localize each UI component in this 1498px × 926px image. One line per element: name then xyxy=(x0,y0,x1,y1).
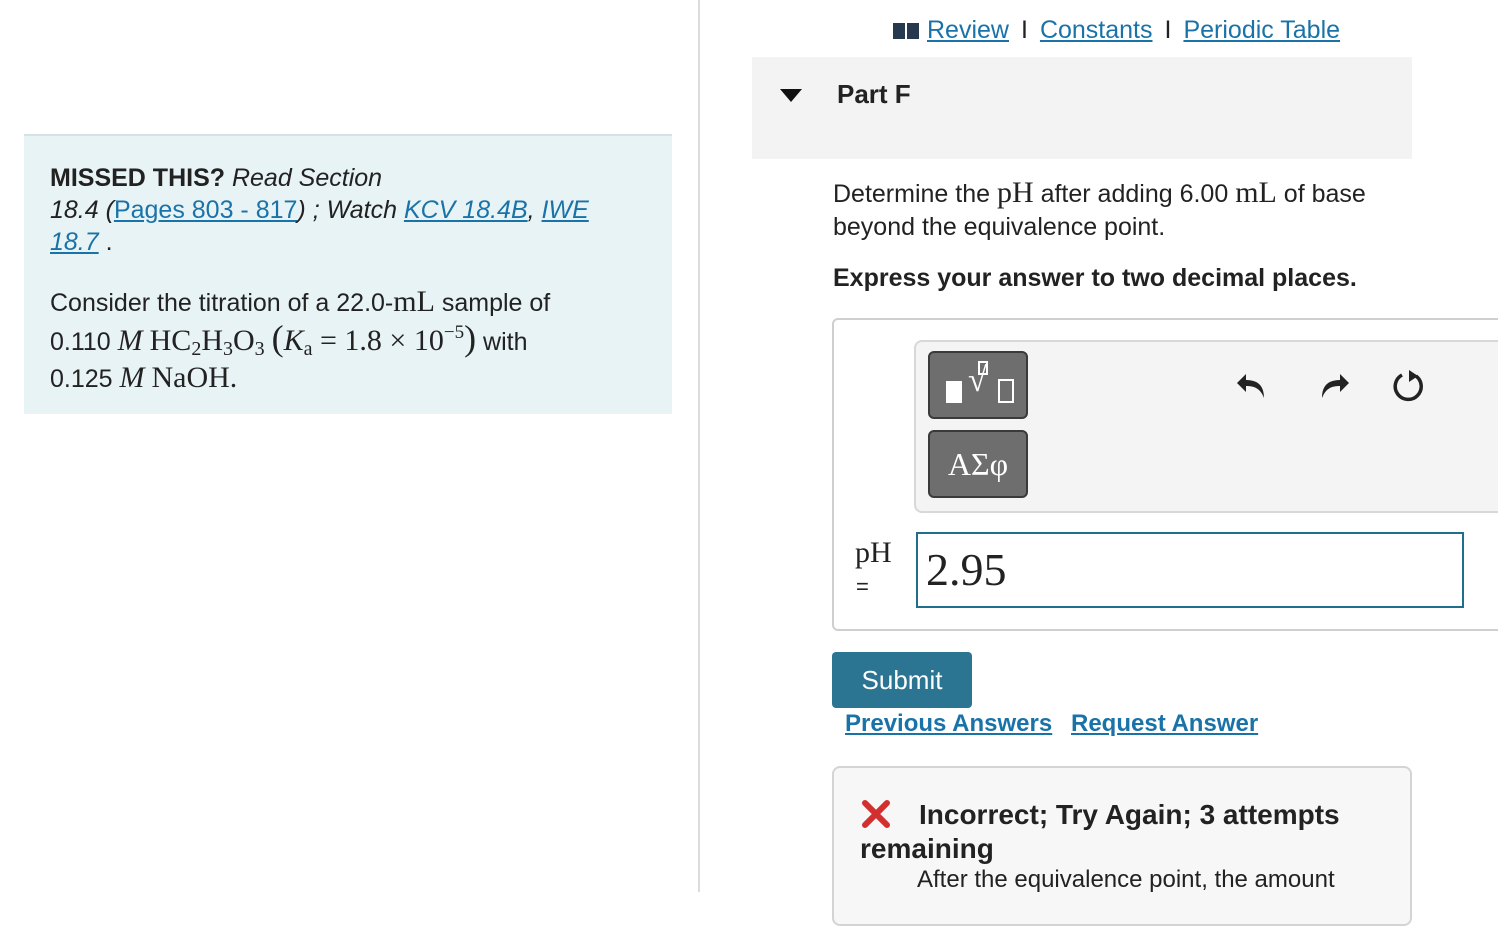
ka-expression: (Ka = 1.8 × 10−5) xyxy=(271,318,477,360)
feedback-title: Incorrect; Try Again; 3 attempts remaini… xyxy=(860,799,1340,864)
feedback-text: After the equivalence point, the amount xyxy=(917,866,1335,893)
review-link[interactable]: Review xyxy=(927,16,1009,45)
ph-equals: = xyxy=(856,574,869,599)
link-separator: I xyxy=(1020,16,1028,44)
molar-symbol: M xyxy=(117,324,143,357)
instruction-text: Express your answer to two decimal place… xyxy=(833,264,1357,292)
acid-concentration: 0.110 xyxy=(50,328,111,356)
collapse-caret-icon[interactable] xyxy=(780,89,802,102)
submit-button[interactable]: Submit xyxy=(832,652,972,708)
templates-button[interactable]: √ xyxy=(928,351,1028,419)
kcv-link[interactable]: KCV 18.4B xyxy=(404,196,528,224)
book-icon xyxy=(893,22,919,39)
constants-link[interactable]: Constants xyxy=(1040,16,1153,45)
template-square-icon xyxy=(946,381,962,403)
request-answer-link[interactable]: Request Answer xyxy=(1071,710,1258,738)
iwe-link-part2[interactable]: 18.7 xyxy=(50,228,99,256)
greek-symbols-button[interactable]: ΑΣφ xyxy=(928,430,1028,498)
question-text-2: after adding 6.00 xyxy=(1033,180,1236,208)
radical-icon: √ xyxy=(968,362,987,399)
section-prefix: 18.4 ( xyxy=(50,196,114,224)
problem-statement: Consider the titration of a 22.0-mL samp… xyxy=(50,284,646,397)
ka-value: = 1.8 × 10 xyxy=(320,324,444,357)
missed-this-box: MISSED THIS? Read Section 18.4 (Pages 80… xyxy=(24,134,672,414)
base-concentration: 0.125 xyxy=(50,365,113,393)
period-text: . xyxy=(98,228,113,256)
ph-symbol: pH xyxy=(996,176,1034,209)
problem-text-2: sample of xyxy=(434,289,551,317)
read-section-text: Read Section xyxy=(231,164,383,192)
pages-link[interactable]: Pages 803 - 817 xyxy=(114,196,297,224)
base-formula: NaOH. xyxy=(151,361,238,394)
with-text: with xyxy=(476,328,528,356)
redo-icon[interactable] xyxy=(1312,366,1352,406)
ka-exponent: −5 xyxy=(443,322,465,343)
part-title: Part F xyxy=(837,79,911,109)
molar-symbol-2: M xyxy=(119,361,145,394)
missed-this-text: MISSED THIS? Read Section 18.4 (Pages 80… xyxy=(50,162,646,258)
top-links: Review I Constants I Periodic Table xyxy=(893,16,1340,45)
missed-this-title: MISSED THIS? xyxy=(50,164,226,192)
ph-answer-input[interactable]: 2.95 xyxy=(916,532,1464,608)
ph-label: pH xyxy=(855,536,892,569)
comma-text: , xyxy=(527,196,542,224)
acid-formula: HC2H3O3 xyxy=(149,324,265,360)
previous-answers-link[interactable]: Previous Answers xyxy=(845,710,1052,738)
link-separator: I xyxy=(1164,16,1172,44)
template-box-icon xyxy=(998,379,1014,403)
problem-text-1: Consider the titration of a 22.0- xyxy=(50,289,394,317)
iwe-link-part1[interactable]: IWE xyxy=(542,196,589,224)
unit-ml: mL xyxy=(1235,176,1277,209)
question-text: Determine the pH after adding 6.00 mL of… xyxy=(833,176,1433,244)
section-suffix: ) ; Watch xyxy=(297,196,404,224)
question-text-1: Determine the xyxy=(833,180,997,208)
reset-icon[interactable] xyxy=(1388,366,1428,406)
undo-icon[interactable] xyxy=(1234,366,1274,406)
unit-ml: mL xyxy=(393,285,435,318)
periodic-table-link[interactable]: Periodic Table xyxy=(1183,16,1340,45)
part-header[interactable]: Part F xyxy=(752,57,1412,159)
panel-divider xyxy=(698,0,700,892)
